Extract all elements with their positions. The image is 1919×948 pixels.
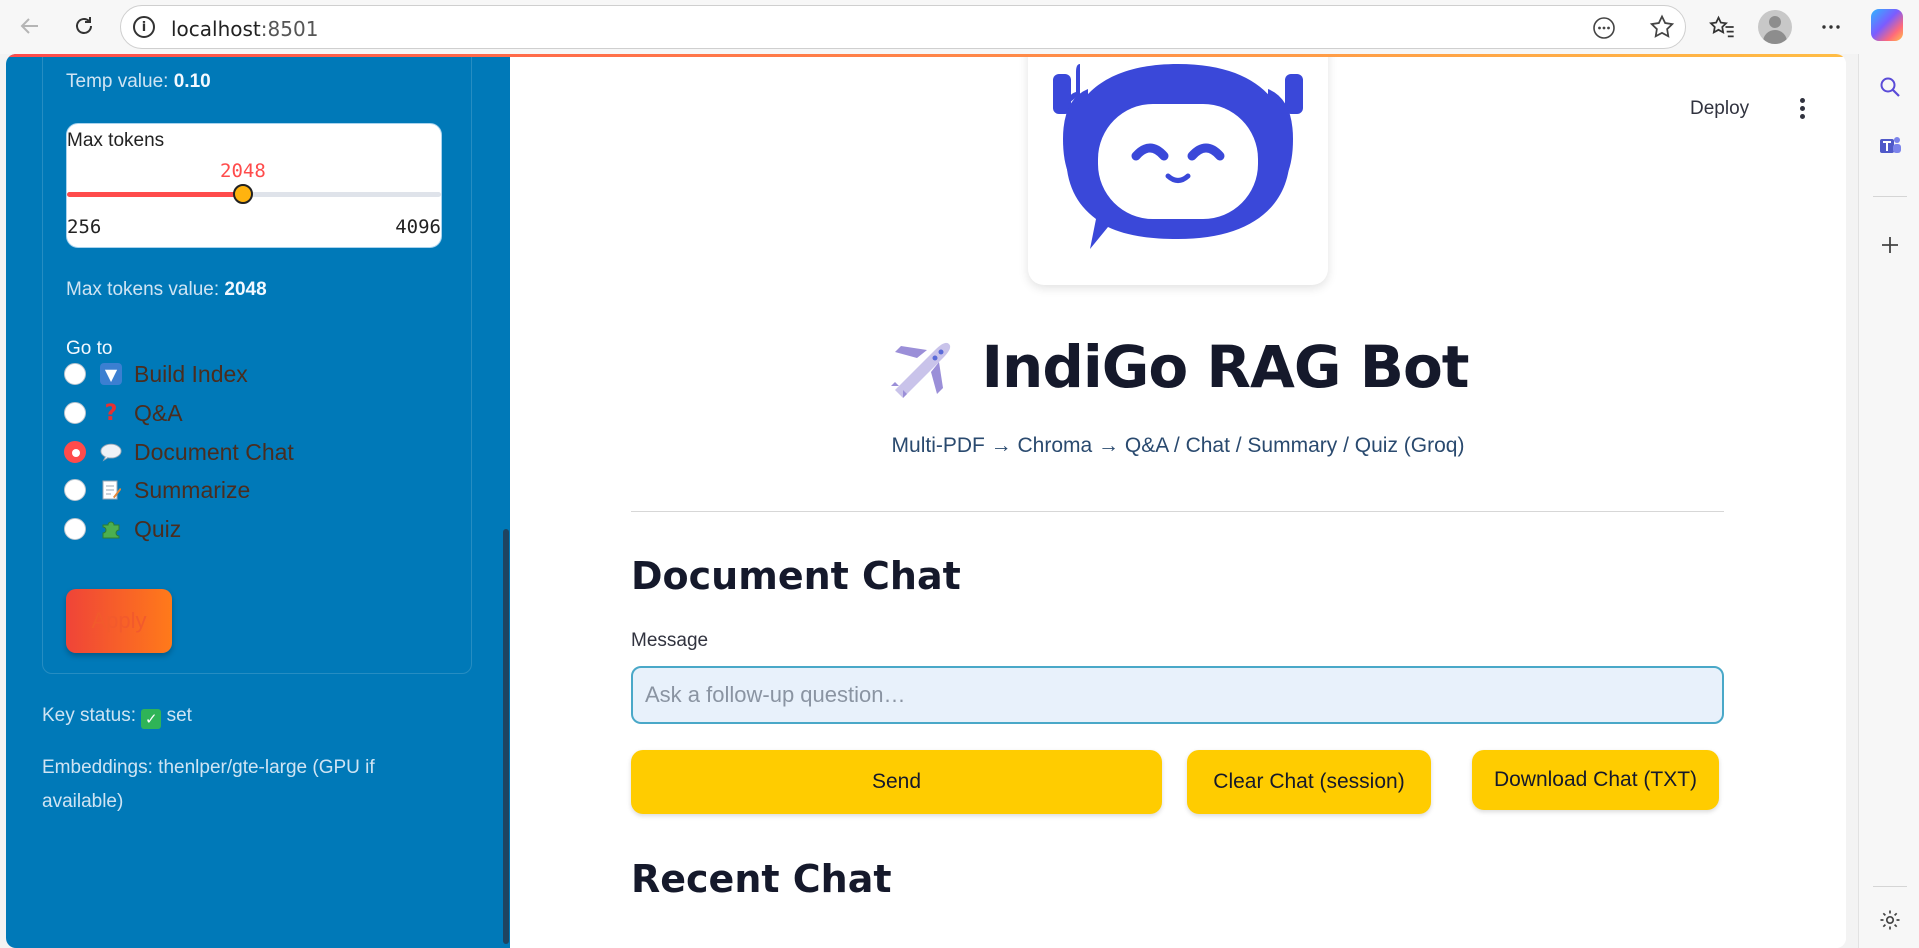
- slider-current-value: 2048: [220, 160, 266, 182]
- send-button[interactable]: Send: [631, 750, 1162, 814]
- main-content: Deploy IndiGo RAG Bot Multi-PDF → Chroma…: [510, 54, 1846, 948]
- memo-icon: [100, 479, 122, 501]
- nav-option-label: Document Chat: [134, 438, 294, 465]
- teams-icon[interactable]: [1875, 131, 1905, 161]
- airplane-icon: [891, 342, 951, 398]
- download-chat-button[interactable]: Download Chat (TXT): [1472, 750, 1719, 810]
- favorites-list-icon[interactable]: [1705, 10, 1739, 44]
- site-info-icon[interactable]: i: [133, 16, 155, 38]
- message-input[interactable]: [631, 666, 1724, 724]
- radio-summarize[interactable]: [64, 479, 86, 501]
- nav-option-build-index[interactable]: ▼ Build Index: [64, 359, 248, 389]
- deploy-button[interactable]: Deploy: [1690, 98, 1749, 120]
- nav-option-label: Q&A: [134, 399, 183, 426]
- slider-max-label: 4096: [395, 216, 441, 238]
- browser-toolbar: i localhost:8501: [0, 0, 1919, 54]
- more-options-icon[interactable]: [1814, 10, 1848, 44]
- apply-button[interactable]: Apply: [66, 589, 172, 653]
- inbox-tray-icon: ▼: [100, 363, 122, 385]
- settings-gear-icon[interactable]: [1875, 905, 1905, 935]
- key-status-text: Key status: ✓ set: [42, 705, 192, 729]
- max-tokens-slider[interactable]: Max tokens 2048 256 4096: [66, 123, 442, 248]
- nav-option-label: Summarize: [134, 476, 251, 503]
- check-mark-icon: ✓: [141, 709, 162, 729]
- nav-option-label: Build Index: [134, 360, 248, 387]
- message-label: Message: [631, 630, 709, 651]
- slider-track-fill: [67, 192, 243, 197]
- page-viewport: Temp value: 0.10 Max tokens 2048 256 409…: [6, 54, 1846, 948]
- search-icon[interactable]: [1875, 72, 1905, 102]
- back-arrow-icon[interactable]: [12, 8, 48, 44]
- page-subtitle: Multi-PDF → Chroma → Q&A / Chat / Summar…: [891, 434, 1465, 457]
- recent-chat-title: Recent Chat: [631, 857, 892, 901]
- page-title-row: IndiGo RAG Bot: [510, 332, 1846, 402]
- add-icon[interactable]: [1875, 230, 1905, 260]
- slider-label: Max tokens: [67, 130, 165, 151]
- page-title: IndiGo RAG Bot: [981, 333, 1469, 401]
- slider-track[interactable]: [67, 192, 441, 197]
- bot-logo-card: [1028, 54, 1328, 285]
- radio-build-index[interactable]: [64, 363, 86, 385]
- clear-chat-button[interactable]: Clear Chat (session): [1187, 750, 1431, 814]
- refresh-icon[interactable]: [66, 8, 102, 44]
- divider: [631, 511, 1724, 512]
- robot-logo-icon: [1053, 64, 1303, 249]
- temp-value-text: Temp value: 0.10: [66, 71, 211, 92]
- side-panel-divider: [1873, 196, 1907, 197]
- favorite-star-icon[interactable]: [1648, 13, 1676, 47]
- slider-thumb[interactable]: [233, 184, 253, 204]
- slider-min-label: 256: [67, 216, 102, 238]
- nav-option-qa[interactable]: ? Q&A: [64, 398, 183, 428]
- side-panel-divider-bottom: [1873, 886, 1907, 887]
- max-tokens-value-text: Max tokens value: 2048: [66, 279, 267, 300]
- nav-option-label: Quiz: [134, 515, 182, 542]
- app-sidebar: Temp value: 0.10 Max tokens 2048 256 409…: [6, 54, 510, 948]
- radio-qa[interactable]: [64, 402, 86, 424]
- profile-avatar[interactable]: [1758, 10, 1792, 44]
- sidebar-scrollbar[interactable]: [503, 529, 509, 944]
- nav-option-summarize[interactable]: Summarize: [64, 475, 250, 505]
- radio-document-chat[interactable]: [64, 441, 86, 463]
- copilot-icon[interactable]: [1871, 9, 1903, 41]
- address-bar[interactable]: i localhost:8501: [120, 5, 1686, 49]
- question-mark-icon: ?: [104, 400, 118, 426]
- section-title: Document Chat: [631, 554, 961, 598]
- nav-option-document-chat[interactable]: Document Chat: [64, 437, 294, 467]
- browser-side-panel: [1858, 54, 1919, 948]
- embeddings-text: Embeddings: thenlper/gte-large (GPU if a…: [42, 757, 375, 812]
- url-text: localhost:8501: [171, 17, 319, 41]
- goto-label: Go to: [66, 338, 113, 359]
- speech-balloon-icon: [100, 441, 122, 463]
- main-menu-icon[interactable]: [1792, 96, 1812, 122]
- reader-options-icon[interactable]: [1591, 15, 1617, 47]
- puzzle-piece-icon: [100, 518, 122, 540]
- radio-quiz[interactable]: [64, 518, 86, 540]
- nav-option-quiz[interactable]: Quiz: [64, 514, 181, 544]
